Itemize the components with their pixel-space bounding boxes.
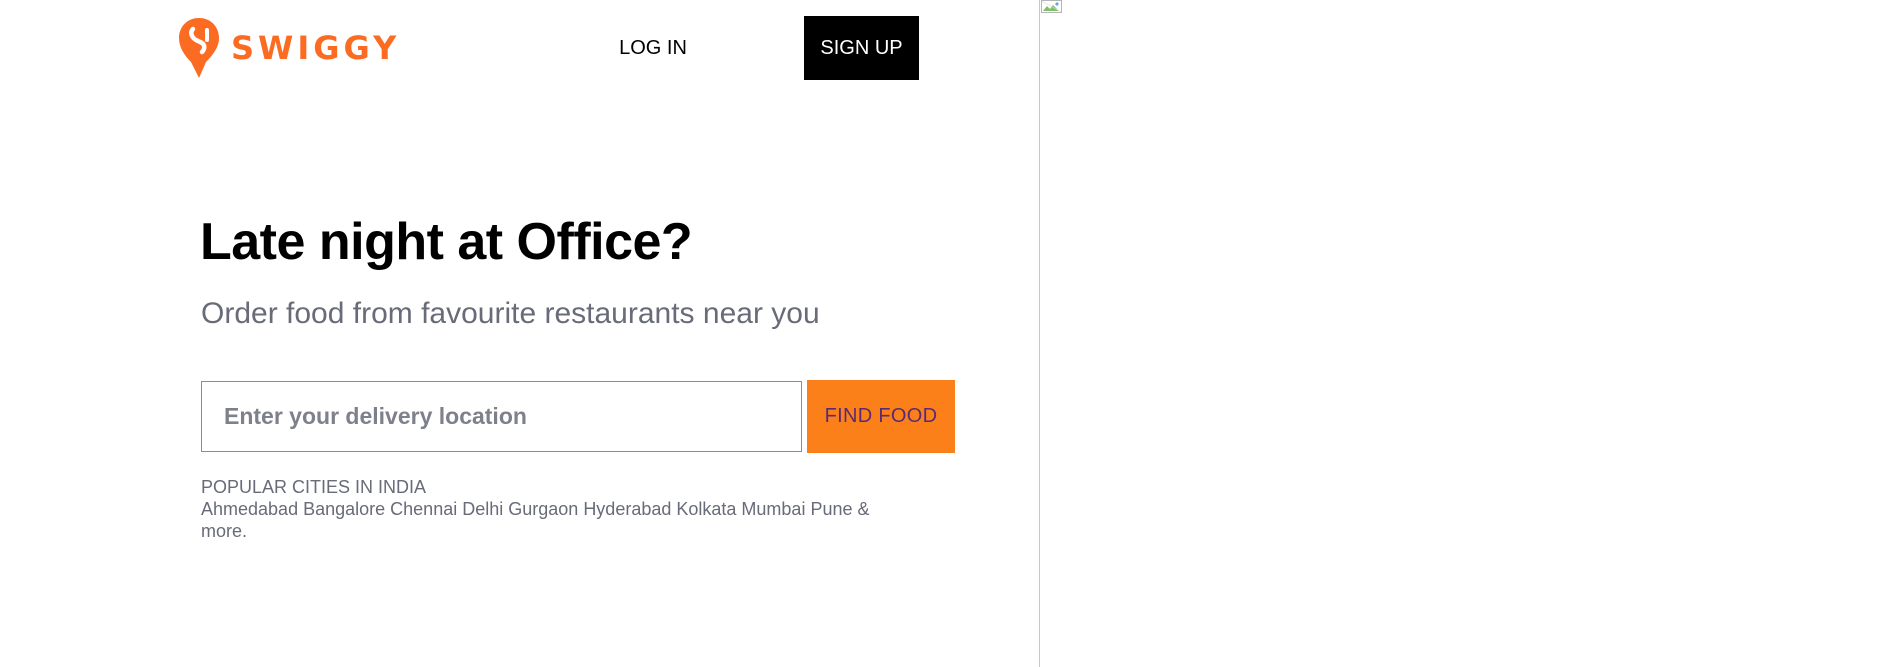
broken-image-icon <box>1041 0 1062 13</box>
city-list: Ahmedabad Bangalore Chennai Delhi Gurgaon Hyd… <box>201 498 870 542</box>
hero-headline: Late night at Office? <box>200 213 693 271</box>
delivery-location-input[interactable] <box>201 381 802 452</box>
signup-button[interactable]: SIGN UP <box>804 16 919 80</box>
city-link-mumbai[interactable]: Mumbai <box>741 499 805 519</box>
swiggy-pin-icon <box>179 18 219 78</box>
swiggy-landing-page: SWIGGY LOG IN SIGN UP Late night at Offi… <box>0 0 1877 667</box>
find-food-button[interactable]: FIND FOOD <box>807 380 955 453</box>
city-link-bangalore[interactable]: Bangalore <box>303 499 385 519</box>
city-link-kolkata[interactable]: Kolkata <box>676 499 736 519</box>
login-button[interactable]: LOG IN <box>603 16 703 80</box>
hero-section: SWIGGY LOG IN SIGN UP Late night at Offi… <box>0 0 1040 667</box>
swiggy-logo[interactable]: SWIGGY <box>177 16 400 80</box>
banner-panel <box>1040 0 1877 667</box>
city-link-ahmedabad[interactable]: Ahmedabad <box>201 499 298 519</box>
popular-cities-title: POPULAR CITIES IN INDIA <box>201 477 427 497</box>
city-link-hyderabad[interactable]: Hyderabad <box>583 499 671 519</box>
hero-subheadline: Order food from favourite restaurants ne… <box>201 297 820 330</box>
city-link-pune[interactable]: Pune <box>810 499 852 519</box>
city-link-delhi[interactable]: Delhi <box>462 499 503 519</box>
city-link-chennai[interactable]: Chennai <box>390 499 457 519</box>
popular-cities: POPULAR CITIES IN INDIA Ahmedabad Bangalo… <box>201 476 870 542</box>
brand-name: SWIGGY <box>231 29 401 67</box>
city-link-gurgaon[interactable]: Gurgaon <box>508 499 578 519</box>
